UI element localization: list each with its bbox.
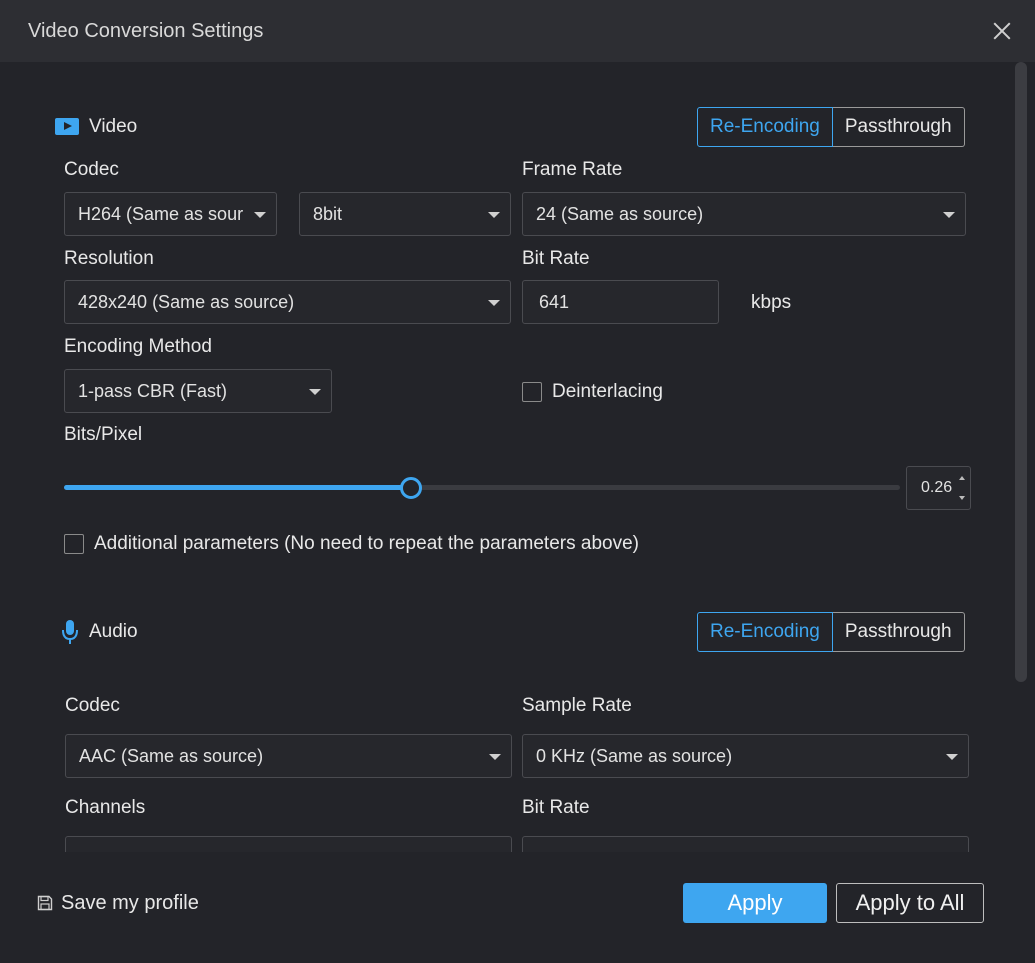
additional-params-checkbox[interactable] — [64, 534, 84, 554]
channels-select[interactable] — [65, 836, 512, 852]
spin-down-icon[interactable] — [959, 496, 965, 500]
apply-to-all-button[interactable]: Apply to All — [836, 883, 984, 923]
video-codec-select[interactable]: H264 (Same as sour — [64, 192, 277, 236]
additional-params-label: Additional parameters (No need to repeat… — [94, 533, 639, 554]
samplerate-select[interactable]: 0 KHz (Same as source) — [522, 734, 969, 778]
audio-bitrate-label: Bit Rate — [522, 797, 590, 818]
bitdepth-value: 8bit — [313, 203, 343, 224]
video-bitrate-value: 641 — [539, 291, 570, 312]
video-section-title: Video — [89, 116, 138, 137]
slider-thumb[interactable] — [400, 477, 422, 499]
chevron-down-icon — [309, 389, 321, 395]
audio-reencoding-option[interactable]: Re-Encoding — [697, 612, 833, 652]
audio-codec-label: Codec — [65, 695, 120, 716]
slider-fill — [64, 485, 411, 490]
video-bitrate-label: Bit Rate — [522, 248, 590, 269]
chevron-down-icon — [488, 212, 500, 218]
chevron-down-icon — [943, 212, 955, 218]
close-icon[interactable] — [988, 18, 1016, 46]
chevron-down-icon — [489, 754, 501, 760]
bits-per-pixel-value: 0.26 — [921, 479, 953, 496]
encoding-method-select[interactable]: 1-pass CBR (Fast) — [64, 369, 332, 413]
encoding-method-label: Encoding Method — [64, 336, 212, 357]
video-icon — [55, 118, 79, 135]
resolution-value: 428x240 (Same as source) — [78, 291, 295, 312]
spin-up-icon[interactable] — [959, 476, 965, 480]
bits-per-pixel-spinbox[interactable]: 0.26 — [906, 466, 971, 510]
framerate-label: Frame Rate — [522, 159, 623, 180]
framerate-value: 24 (Same as source) — [536, 203, 704, 224]
bits-per-pixel-label: Bits/Pixel — [64, 424, 143, 445]
encoding-method-value: 1-pass CBR (Fast) — [78, 380, 228, 401]
samplerate-value: 0 KHz (Same as source) — [536, 745, 733, 766]
chevron-down-icon — [488, 300, 500, 306]
resolution-label: Resolution — [64, 248, 154, 269]
chevron-down-icon — [254, 212, 266, 218]
audio-section-title: Audio — [89, 621, 138, 642]
window-title: Video Conversion Settings — [28, 20, 264, 42]
dialog-footer: Save my profile Apply Apply to All — [0, 852, 1035, 963]
framerate-select[interactable]: 24 (Same as source) — [522, 192, 966, 236]
audio-bitrate-select[interactable] — [522, 836, 969, 852]
deinterlacing-label: Deinterlacing — [552, 381, 663, 402]
video-mode-toggle: Re-Encoding Passthrough — [697, 107, 965, 147]
video-reencoding-option[interactable]: Re-Encoding — [697, 107, 833, 147]
resolution-select[interactable]: 428x240 (Same as source) — [64, 280, 511, 324]
audio-codec-select[interactable]: AAC (Same as source) — [65, 734, 512, 778]
channels-label: Channels — [65, 797, 146, 818]
bits-per-pixel-slider[interactable] — [64, 485, 900, 490]
apply-button[interactable]: Apply — [683, 883, 827, 923]
audio-mode-toggle: Re-Encoding Passthrough — [697, 612, 965, 652]
save-icon — [37, 895, 53, 911]
video-passthrough-option[interactable]: Passthrough — [832, 107, 965, 147]
video-bitrate-input[interactable]: 641 — [522, 280, 719, 324]
samplerate-label: Sample Rate — [522, 695, 632, 716]
bitdepth-select[interactable]: 8bit — [299, 192, 511, 236]
title-bar: Video Conversion Settings — [0, 0, 1035, 62]
deinterlacing-checkbox[interactable] — [522, 382, 542, 402]
video-codec-value: H264 (Same as sour — [78, 203, 244, 224]
settings-content: Video Re-Encoding Passthrough Codec Fram… — [0, 62, 1035, 852]
chevron-down-icon — [946, 754, 958, 760]
audio-passthrough-option[interactable]: Passthrough — [832, 612, 965, 652]
microphone-icon — [62, 620, 78, 644]
video-codec-label: Codec — [64, 159, 119, 180]
audio-codec-value: AAC (Same as source) — [79, 745, 264, 766]
save-profile-button[interactable]: Save my profile — [61, 892, 199, 915]
bitrate-unit: kbps — [751, 292, 792, 313]
